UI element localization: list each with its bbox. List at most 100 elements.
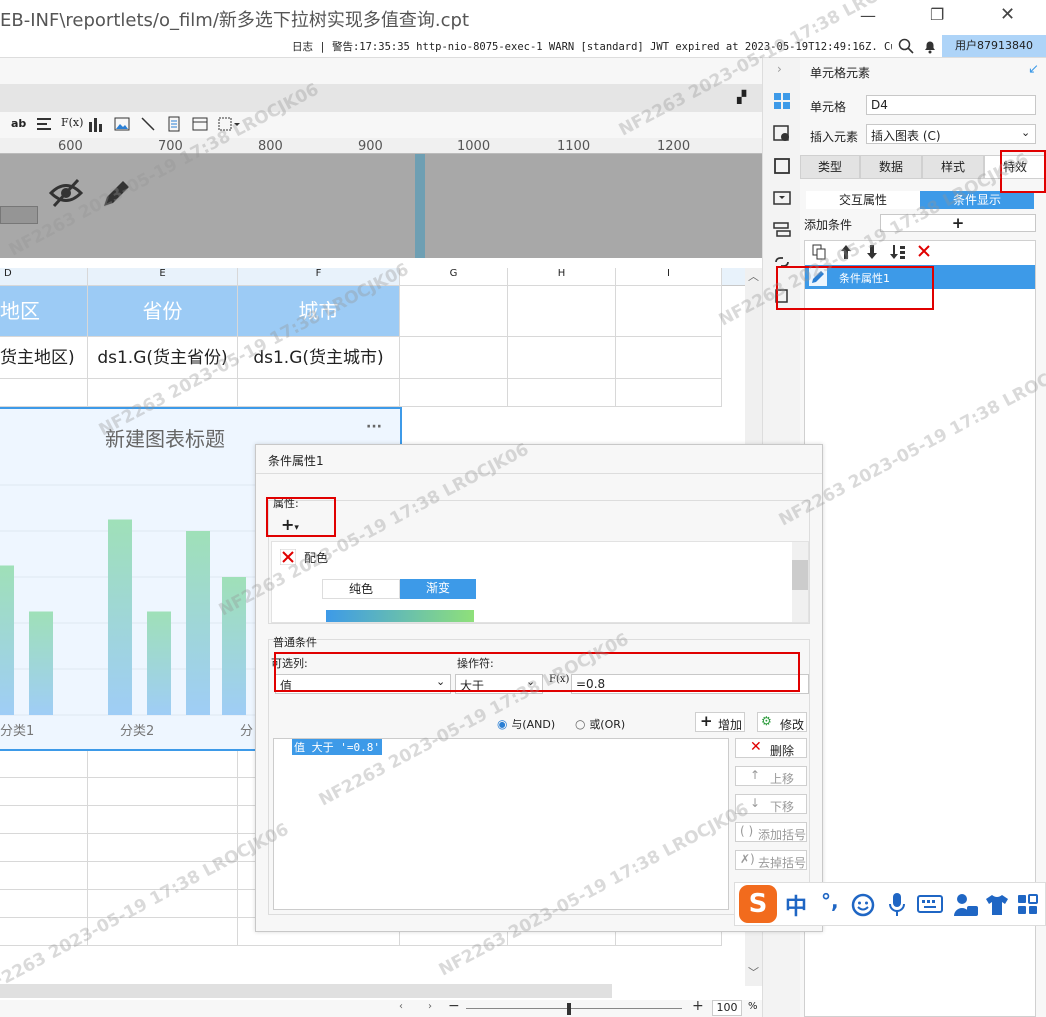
chevron-down-icon[interactable]: ⌄	[526, 675, 535, 688]
delete-button[interactable]: ✕ 删除	[735, 738, 807, 758]
grid-cell[interactable]	[400, 337, 508, 379]
value-input[interactable]: =0.8	[571, 674, 809, 694]
bar-chart-icon[interactable]	[88, 116, 104, 132]
grid-cell[interactable]	[508, 337, 616, 379]
or-radio[interactable]: ○ 或(OR)	[575, 716, 625, 732]
scroll-right-icon[interactable]: ›	[428, 1001, 432, 1012]
arrow-down-icon[interactable]	[865, 244, 879, 260]
log-text[interactable]: 日志 | 警告:17:35:35 http-nio-8075-exec-1 WA…	[292, 39, 892, 54]
cell-input[interactable]: D4	[866, 95, 1036, 115]
subtab-condition-display[interactable]: 条件显示	[920, 191, 1034, 209]
subtab-interaction[interactable]: 交互属性	[806, 191, 920, 209]
grid-cell[interactable]	[0, 890, 88, 918]
grid-cell[interactable]	[400, 286, 508, 337]
grid-cell[interactable]	[88, 834, 238, 862]
cell-element-icon[interactable]	[773, 92, 791, 110]
insert-select[interactable]: 插入图表 (C) ⌄	[866, 124, 1036, 144]
condition-text-area[interactable]: 值 大于 '=0.8'	[273, 738, 729, 910]
attr-scrollbar[interactable]	[792, 542, 808, 622]
horizontal-scrollbar[interactable]	[0, 984, 612, 998]
operator-select[interactable]: 大于 ⌄	[455, 674, 543, 694]
condition-entry[interactable]: 值 大于 '=0.8'	[292, 739, 382, 755]
grid-cell[interactable]	[88, 890, 238, 918]
zoom-in-icon[interactable]: +	[692, 998, 704, 1014]
column-header-i[interactable]: I	[616, 268, 722, 286]
attr-add-button[interactable]: +▾	[281, 515, 299, 534]
grid-cell[interactable]	[238, 379, 400, 407]
copy-icon[interactable]	[811, 244, 827, 260]
formula-button[interactable]: F(x)	[549, 674, 569, 685]
color-tab-solid[interactable]: 纯色	[322, 579, 400, 599]
data-cell-city[interactable]: ds1.G(货主城市)	[238, 337, 400, 379]
grid-cell[interactable]	[88, 918, 238, 946]
text-icon[interactable]: ab	[11, 117, 26, 130]
shirt-icon[interactable]	[985, 893, 1009, 917]
grid-cell[interactable]	[88, 379, 238, 407]
hyperlink-icon[interactable]	[773, 253, 791, 271]
remove-attr-icon[interactable]	[280, 549, 296, 565]
punctuation-mode[interactable]: °,	[821, 889, 839, 913]
data-cell-region[interactable]: 货主地区)	[0, 337, 88, 379]
edit-icon[interactable]	[809, 268, 827, 286]
grid-cell[interactable]	[0, 918, 88, 946]
condition-list-item[interactable]: 条件属性1	[805, 265, 1035, 289]
zoom-thumb[interactable]	[567, 1003, 571, 1015]
gradient-preview[interactable]	[326, 610, 474, 622]
move-up-button[interactable]: ↑ 上移	[735, 766, 807, 786]
bell-icon[interactable]	[922, 38, 938, 54]
grid-cell[interactable]	[0, 834, 88, 862]
remove-bracket-button[interactable]: ✗) 去掉括号	[735, 850, 807, 870]
condition-icon[interactable]	[773, 221, 791, 239]
move-down-button[interactable]: ↓ 下移	[735, 794, 807, 814]
maximize-button[interactable]: ❐	[930, 5, 944, 24]
scroll-up-icon[interactable]: ︿	[748, 268, 759, 284]
arrow-up-icon[interactable]	[839, 244, 853, 260]
grid-cell[interactable]	[0, 379, 88, 407]
grid-cell[interactable]	[0, 862, 88, 890]
tab-effect[interactable]: 特效	[984, 155, 1046, 179]
formula-icon[interactable]: F(x)	[61, 116, 83, 129]
zoom-value[interactable]: 100	[712, 1000, 742, 1016]
hidden-eye-icon[interactable]	[48, 178, 84, 208]
expand-icon[interactable]: ↙	[1028, 62, 1039, 77]
scroll-down-icon[interactable]: ﹀	[748, 964, 759, 980]
param-widget[interactable]	[0, 206, 38, 224]
close-button[interactable]: ✕	[1000, 4, 1015, 25]
widget-icon[interactable]	[773, 189, 791, 207]
pane-divider[interactable]	[415, 154, 425, 258]
add-button[interactable]: + 增加	[695, 712, 745, 732]
chevron-down-icon[interactable]: ⌄	[436, 675, 445, 688]
zoom-out-icon[interactable]: −	[448, 998, 460, 1014]
modify-button[interactable]: ⚙ 修改	[757, 712, 807, 732]
minimize-button[interactable]: —	[860, 6, 876, 25]
keyboard-icon[interactable]	[917, 894, 943, 914]
grid-cell[interactable]	[508, 286, 616, 337]
color-tab-gradient[interactable]: 渐变	[400, 579, 476, 599]
user-skin-icon[interactable]	[953, 892, 979, 918]
grid-cell[interactable]	[616, 337, 722, 379]
grid-cell[interactable]	[0, 806, 88, 834]
user-badge[interactable]: 用户87913840	[942, 35, 1046, 57]
grid-cell[interactable]	[88, 806, 238, 834]
chevron-down-icon[interactable]: ⌄	[1021, 126, 1030, 139]
microphone-icon[interactable]	[887, 892, 907, 918]
sogou-logo-icon[interactable]: S	[739, 885, 777, 923]
column-header-e[interactable]: E	[88, 268, 238, 286]
delete-icon[interactable]	[917, 244, 931, 258]
header-cell-region[interactable]: 地区	[0, 286, 88, 337]
zoom-slider[interactable]	[466, 1008, 682, 1009]
and-radio[interactable]: ◉ 与(AND)	[497, 716, 555, 732]
sub-report-icon[interactable]	[192, 116, 208, 132]
add-condition-button[interactable]: +	[880, 214, 1036, 232]
border-style-icon[interactable]	[773, 157, 791, 175]
align-icon[interactable]	[36, 116, 52, 132]
grid-cell[interactable]	[88, 862, 238, 890]
grid-cell[interactable]	[616, 286, 722, 337]
add-bracket-button[interactable]: ( ) 添加括号	[735, 822, 807, 842]
emoji-icon[interactable]	[851, 893, 875, 917]
grid-cell[interactable]	[0, 750, 88, 778]
column-header-f[interactable]: F	[238, 268, 400, 286]
grid-cell[interactable]	[88, 750, 238, 778]
collapse-arrow-icon[interactable]: ›	[777, 62, 782, 76]
tab-style[interactable]: 样式	[922, 155, 984, 179]
